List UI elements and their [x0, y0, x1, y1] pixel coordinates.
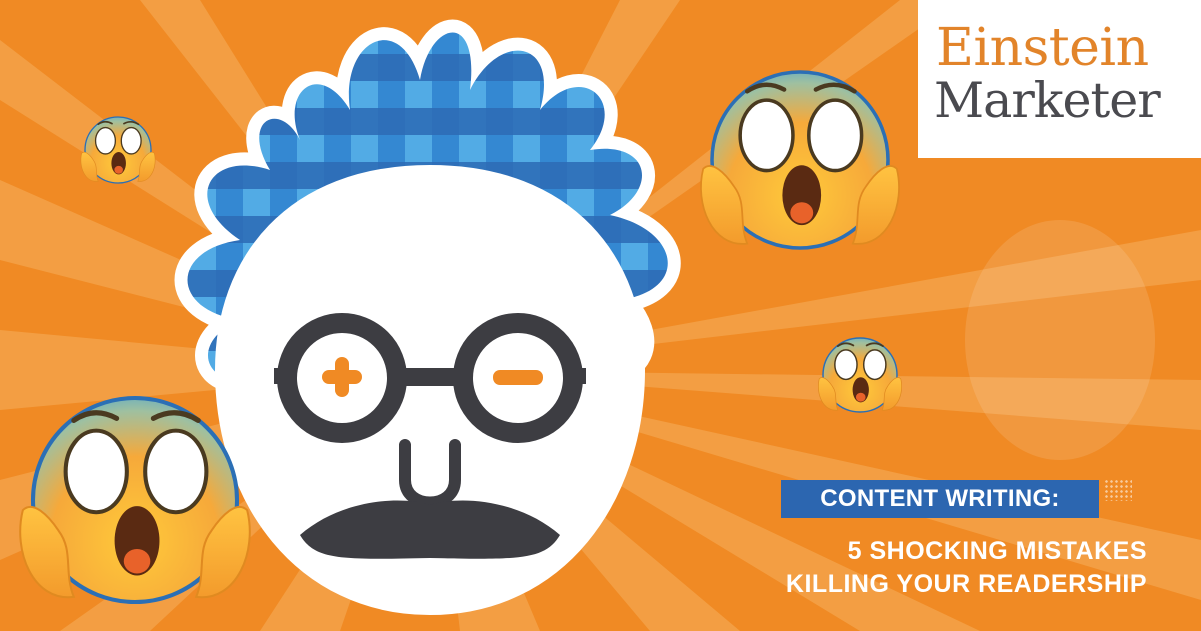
dot-pattern	[1104, 479, 1132, 501]
screaming-face-icon	[817, 337, 903, 413]
headline-line-2: KILLING YOUR READERSHIP	[785, 570, 1147, 598]
logo-text-einstein: Einstein	[936, 18, 1149, 78]
faint-face-shape	[965, 220, 1155, 460]
headline-line-1: 5 SHOCKING MISTAKES	[847, 537, 1147, 565]
blog-banner: Einstein Marketer CONTENT WRITING: 5 SHO…	[0, 0, 1201, 631]
headline-tag: CONTENT WRITING:	[781, 480, 1099, 518]
screaming-face-icon	[701, 72, 899, 248]
minus-symbol	[493, 370, 543, 385]
einstein-face-icon	[214, 164, 646, 616]
brand-logo: Einstein Marketer	[918, 0, 1201, 158]
logo-text-marketer: Marketer	[934, 72, 1161, 129]
